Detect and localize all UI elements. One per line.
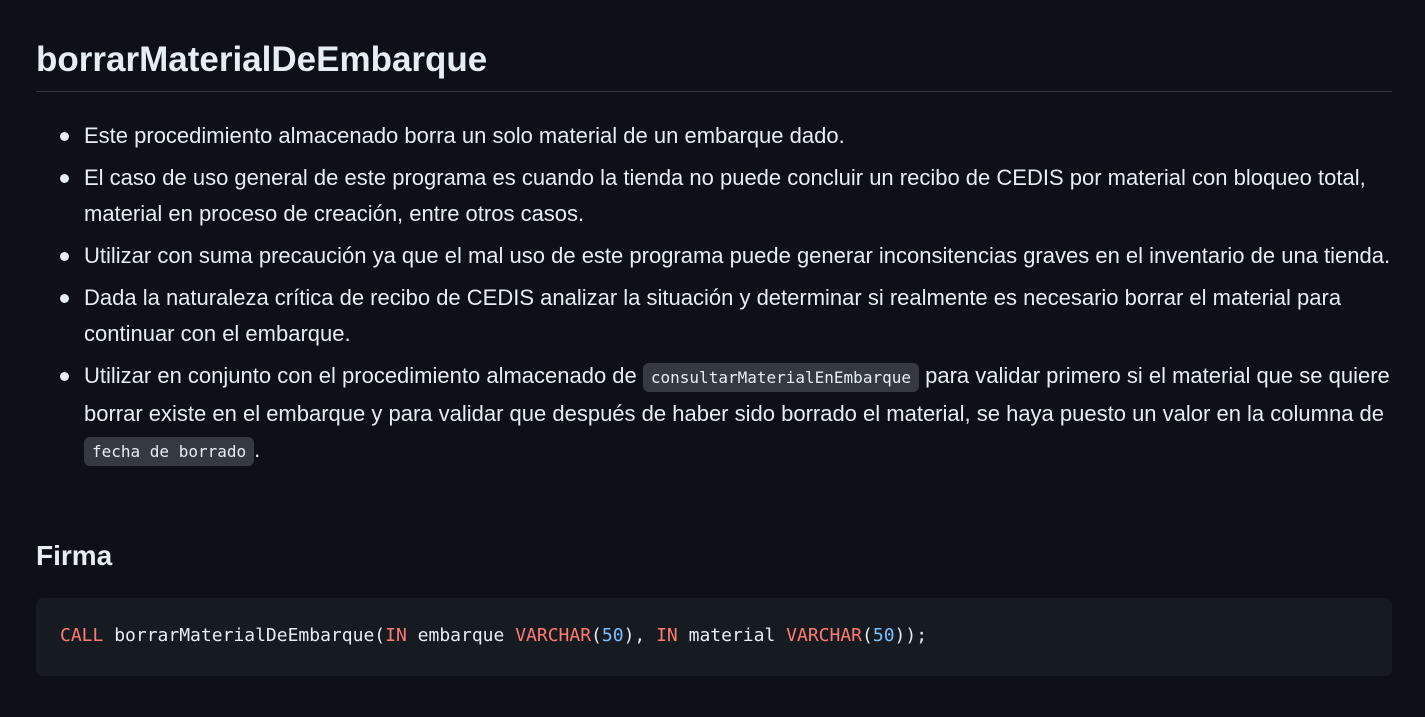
list-item-text: Este procedimiento almacenado borra un s… xyxy=(84,123,845,148)
code-param: embarque xyxy=(406,625,516,646)
code-param: material xyxy=(677,625,787,646)
list-item: El caso de uso general de este programa … xyxy=(36,160,1396,232)
inline-code-column-name: fecha de borrado xyxy=(84,437,255,466)
signature-heading: Firma xyxy=(36,540,113,571)
code-punct: ( xyxy=(591,625,602,646)
code-procedure: borrarMaterialDeEmbarque( xyxy=(103,625,386,646)
list-item: Utilizar con suma precaución ya que el m… xyxy=(36,238,1396,274)
section-heading: borrarMaterialDeEmbarque xyxy=(36,40,488,79)
list-item-text: Utilizar con suma precaución ya que el m… xyxy=(84,243,1391,268)
list-item-text: Dada la naturaleza crítica de recibo de … xyxy=(84,285,1342,346)
list-item: Este procedimiento almacenado borra un s… xyxy=(36,118,1396,154)
code-number: 50 xyxy=(601,625,624,646)
code-punct: ( xyxy=(862,625,873,646)
description-list: Este procedimiento almacenado borra un s… xyxy=(36,118,1396,476)
inline-code-procedure-name: consultarMaterialEnEmbarque xyxy=(642,363,919,392)
code-type: VARCHAR xyxy=(515,625,592,646)
list-item: Dada la naturaleza crítica de recibo de … xyxy=(36,280,1396,352)
markdown-page: borrarMaterialDeEmbarque Este procedimie… xyxy=(0,0,1425,717)
code-punct: )); xyxy=(894,625,928,646)
code-keyword: IN xyxy=(385,625,407,646)
list-item-text-after: . xyxy=(254,437,261,462)
list-item: Utilizar en conjunto con el procedimient… xyxy=(36,358,1396,470)
code-line: CALL borrarMaterialDeEmbarque(IN embarqu… xyxy=(60,624,927,648)
bullet-icon xyxy=(60,174,69,183)
bullet-icon xyxy=(60,252,69,261)
heading-divider xyxy=(36,91,1392,92)
code-keyword: IN xyxy=(656,625,678,646)
list-item-text: El caso de uso general de este programa … xyxy=(84,165,1366,226)
bullet-icon xyxy=(60,372,69,381)
bullet-icon xyxy=(60,132,69,141)
code-punct: ), xyxy=(623,625,657,646)
code-type: VARCHAR xyxy=(786,625,863,646)
code-keyword: CALL xyxy=(60,625,104,646)
list-item-text-before: Utilizar en conjunto con el procedimient… xyxy=(84,363,643,388)
bullet-icon xyxy=(60,294,69,303)
code-block[interactable]: CALL borrarMaterialDeEmbarque(IN embarqu… xyxy=(36,598,1392,676)
code-number: 50 xyxy=(872,625,895,646)
